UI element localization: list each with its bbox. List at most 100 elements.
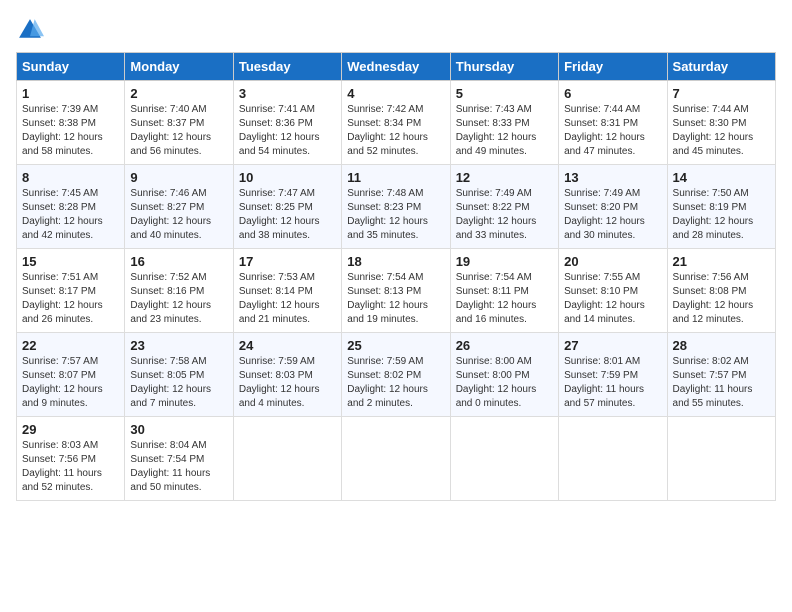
day-number: 18 (347, 254, 444, 269)
day-info: Sunrise: 7:50 AMSunset: 8:19 PMDaylight:… (673, 188, 754, 241)
calendar-cell (667, 417, 775, 501)
day-info: Sunrise: 7:59 AMSunset: 8:03 PMDaylight:… (239, 356, 320, 409)
day-number: 9 (130, 170, 227, 185)
day-number: 27 (564, 338, 661, 353)
calendar-cell (342, 417, 450, 501)
day-number: 30 (130, 422, 227, 437)
day-info: Sunrise: 7:42 AMSunset: 8:34 PMDaylight:… (347, 104, 428, 157)
calendar-cell: 7 Sunrise: 7:44 AMSunset: 8:30 PMDayligh… (667, 81, 775, 165)
calendar-cell: 8 Sunrise: 7:45 AMSunset: 8:28 PMDayligh… (17, 165, 125, 249)
calendar-week-5: 29 Sunrise: 8:03 AMSunset: 7:56 PMDaylig… (17, 417, 776, 501)
logo (16, 16, 48, 44)
calendar-cell: 3 Sunrise: 7:41 AMSunset: 8:36 PMDayligh… (233, 81, 341, 165)
calendar-cell: 28 Sunrise: 8:02 AMSunset: 7:57 PMDaylig… (667, 333, 775, 417)
calendar-cell: 27 Sunrise: 8:01 AMSunset: 7:59 PMDaylig… (559, 333, 667, 417)
day-info: Sunrise: 7:49 AMSunset: 8:22 PMDaylight:… (456, 188, 537, 241)
calendar-cell (559, 417, 667, 501)
calendar-week-2: 8 Sunrise: 7:45 AMSunset: 8:28 PMDayligh… (17, 165, 776, 249)
calendar-cell: 18 Sunrise: 7:54 AMSunset: 8:13 PMDaylig… (342, 249, 450, 333)
weekday-header-wednesday: Wednesday (342, 53, 450, 81)
day-info: Sunrise: 7:49 AMSunset: 8:20 PMDaylight:… (564, 188, 645, 241)
calendar-cell (450, 417, 558, 501)
day-info: Sunrise: 7:52 AMSunset: 8:16 PMDaylight:… (130, 272, 211, 325)
weekday-header-saturday: Saturday (667, 53, 775, 81)
day-info: Sunrise: 8:02 AMSunset: 7:57 PMDaylight:… (673, 356, 753, 409)
day-number: 11 (347, 170, 444, 185)
calendar-cell: 15 Sunrise: 7:51 AMSunset: 8:17 PMDaylig… (17, 249, 125, 333)
calendar-cell: 25 Sunrise: 7:59 AMSunset: 8:02 PMDaylig… (342, 333, 450, 417)
day-number: 26 (456, 338, 553, 353)
day-number: 13 (564, 170, 661, 185)
day-info: Sunrise: 7:39 AMSunset: 8:38 PMDaylight:… (22, 104, 103, 157)
day-info: Sunrise: 7:47 AMSunset: 8:25 PMDaylight:… (239, 188, 320, 241)
calendar-cell: 4 Sunrise: 7:42 AMSunset: 8:34 PMDayligh… (342, 81, 450, 165)
calendar-cell: 30 Sunrise: 8:04 AMSunset: 7:54 PMDaylig… (125, 417, 233, 501)
weekday-header-friday: Friday (559, 53, 667, 81)
calendar-cell: 1 Sunrise: 7:39 AMSunset: 8:38 PMDayligh… (17, 81, 125, 165)
day-number: 15 (22, 254, 119, 269)
calendar-cell: 2 Sunrise: 7:40 AMSunset: 8:37 PMDayligh… (125, 81, 233, 165)
calendar-cell: 13 Sunrise: 7:49 AMSunset: 8:20 PMDaylig… (559, 165, 667, 249)
day-info: Sunrise: 7:57 AMSunset: 8:07 PMDaylight:… (22, 356, 103, 409)
day-number: 17 (239, 254, 336, 269)
day-info: Sunrise: 7:56 AMSunset: 8:08 PMDaylight:… (673, 272, 754, 325)
day-info: Sunrise: 7:54 AMSunset: 8:13 PMDaylight:… (347, 272, 428, 325)
day-info: Sunrise: 8:03 AMSunset: 7:56 PMDaylight:… (22, 440, 102, 493)
calendar-cell: 24 Sunrise: 7:59 AMSunset: 8:03 PMDaylig… (233, 333, 341, 417)
calendar-week-3: 15 Sunrise: 7:51 AMSunset: 8:17 PMDaylig… (17, 249, 776, 333)
day-number: 7 (673, 86, 770, 101)
calendar-cell: 5 Sunrise: 7:43 AMSunset: 8:33 PMDayligh… (450, 81, 558, 165)
day-number: 22 (22, 338, 119, 353)
calendar-week-1: 1 Sunrise: 7:39 AMSunset: 8:38 PMDayligh… (17, 81, 776, 165)
calendar-cell: 20 Sunrise: 7:55 AMSunset: 8:10 PMDaylig… (559, 249, 667, 333)
day-number: 23 (130, 338, 227, 353)
day-info: Sunrise: 7:40 AMSunset: 8:37 PMDaylight:… (130, 104, 211, 157)
day-info: Sunrise: 8:04 AMSunset: 7:54 PMDaylight:… (130, 440, 210, 493)
day-number: 20 (564, 254, 661, 269)
calendar-cell: 26 Sunrise: 8:00 AMSunset: 8:00 PMDaylig… (450, 333, 558, 417)
calendar-cell (233, 417, 341, 501)
day-number: 16 (130, 254, 227, 269)
day-info: Sunrise: 7:41 AMSunset: 8:36 PMDaylight:… (239, 104, 320, 157)
day-info: Sunrise: 7:58 AMSunset: 8:05 PMDaylight:… (130, 356, 211, 409)
weekday-header-sunday: Sunday (17, 53, 125, 81)
day-number: 8 (22, 170, 119, 185)
calendar-cell: 23 Sunrise: 7:58 AMSunset: 8:05 PMDaylig… (125, 333, 233, 417)
day-info: Sunrise: 7:55 AMSunset: 8:10 PMDaylight:… (564, 272, 645, 325)
calendar-cell: 16 Sunrise: 7:52 AMSunset: 8:16 PMDaylig… (125, 249, 233, 333)
calendar-cell: 11 Sunrise: 7:48 AMSunset: 8:23 PMDaylig… (342, 165, 450, 249)
calendar-cell: 14 Sunrise: 7:50 AMSunset: 8:19 PMDaylig… (667, 165, 775, 249)
day-number: 21 (673, 254, 770, 269)
weekday-header-tuesday: Tuesday (233, 53, 341, 81)
day-info: Sunrise: 7:44 AMSunset: 8:30 PMDaylight:… (673, 104, 754, 157)
day-info: Sunrise: 7:44 AMSunset: 8:31 PMDaylight:… (564, 104, 645, 157)
calendar-cell: 12 Sunrise: 7:49 AMSunset: 8:22 PMDaylig… (450, 165, 558, 249)
day-info: Sunrise: 7:46 AMSunset: 8:27 PMDaylight:… (130, 188, 211, 241)
calendar-cell: 22 Sunrise: 7:57 AMSunset: 8:07 PMDaylig… (17, 333, 125, 417)
day-info: Sunrise: 7:59 AMSunset: 8:02 PMDaylight:… (347, 356, 428, 409)
day-number: 28 (673, 338, 770, 353)
day-number: 10 (239, 170, 336, 185)
day-number: 2 (130, 86, 227, 101)
calendar-table: SundayMondayTuesdayWednesdayThursdayFrid… (16, 52, 776, 501)
day-number: 12 (456, 170, 553, 185)
day-number: 3 (239, 86, 336, 101)
calendar-cell: 9 Sunrise: 7:46 AMSunset: 8:27 PMDayligh… (125, 165, 233, 249)
day-info: Sunrise: 7:51 AMSunset: 8:17 PMDaylight:… (22, 272, 103, 325)
logo-icon (16, 16, 44, 44)
weekday-header-monday: Monday (125, 53, 233, 81)
day-info: Sunrise: 7:54 AMSunset: 8:11 PMDaylight:… (456, 272, 537, 325)
day-info: Sunrise: 8:00 AMSunset: 8:00 PMDaylight:… (456, 356, 537, 409)
day-number: 6 (564, 86, 661, 101)
day-number: 24 (239, 338, 336, 353)
calendar-cell: 6 Sunrise: 7:44 AMSunset: 8:31 PMDayligh… (559, 81, 667, 165)
day-number: 19 (456, 254, 553, 269)
day-number: 1 (22, 86, 119, 101)
calendar-cell: 17 Sunrise: 7:53 AMSunset: 8:14 PMDaylig… (233, 249, 341, 333)
day-info: Sunrise: 7:48 AMSunset: 8:23 PMDaylight:… (347, 188, 428, 241)
day-number: 29 (22, 422, 119, 437)
calendar-cell: 29 Sunrise: 8:03 AMSunset: 7:56 PMDaylig… (17, 417, 125, 501)
day-info: Sunrise: 8:01 AMSunset: 7:59 PMDaylight:… (564, 356, 644, 409)
day-number: 4 (347, 86, 444, 101)
calendar-cell: 19 Sunrise: 7:54 AMSunset: 8:11 PMDaylig… (450, 249, 558, 333)
